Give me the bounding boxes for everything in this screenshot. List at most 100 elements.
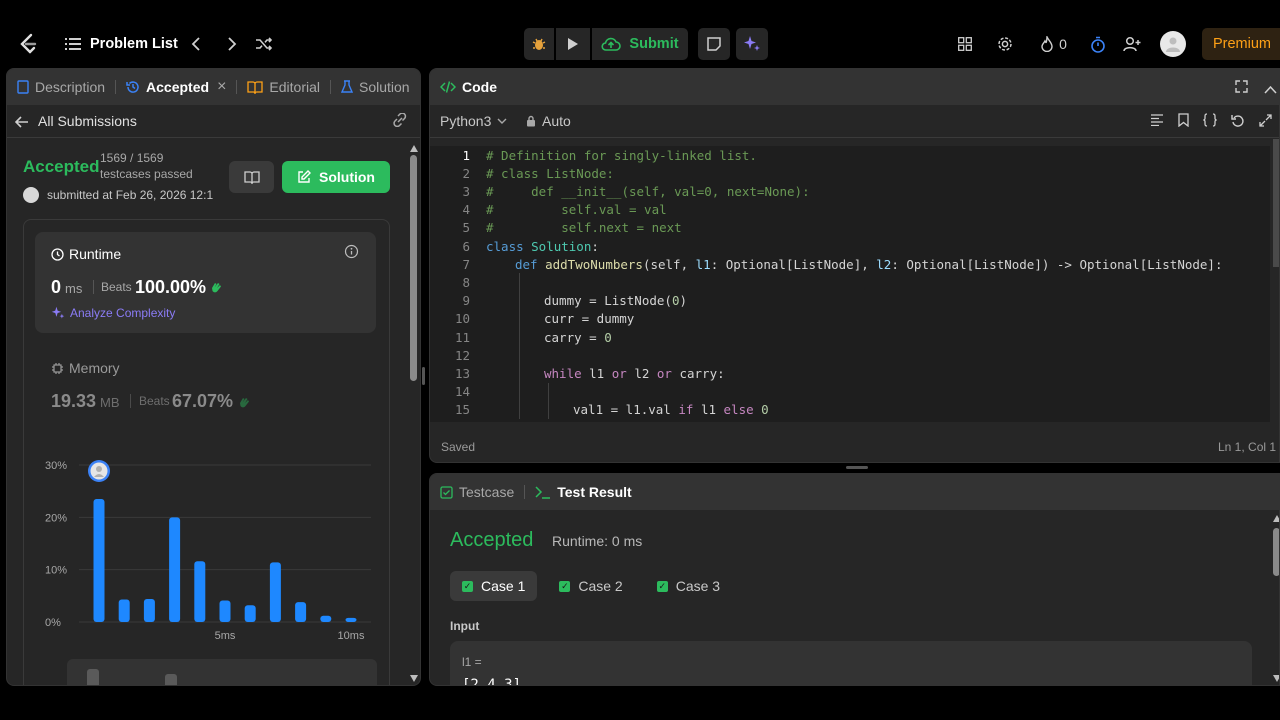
streak-counter[interactable]: 0 xyxy=(1034,34,1074,54)
vertical-resize-handle[interactable] xyxy=(422,367,425,385)
runtime-unit: ms xyxy=(65,281,83,296)
scroll-down-icon[interactable] xyxy=(1273,675,1279,682)
divider xyxy=(7,137,420,138)
line-number: 6 xyxy=(462,238,470,254)
runtime-title: Runtime xyxy=(51,246,121,262)
link-icon[interactable] xyxy=(391,112,409,131)
result-scrollbar[interactable] xyxy=(1272,512,1279,685)
code-line[interactable]: 9 dummy = ListNode(0) xyxy=(430,292,1270,310)
debug-icon[interactable] xyxy=(524,28,554,60)
checkbox-icon xyxy=(440,485,453,499)
scrollbar-thumb[interactable] xyxy=(1273,528,1279,576)
avatar xyxy=(23,187,39,203)
braces-icon[interactable] xyxy=(1203,113,1217,127)
code-text: val1 = l1.val if l1 else 0 xyxy=(573,402,769,418)
code-text: class Solution: xyxy=(486,238,599,254)
code-line[interactable]: 14 xyxy=(430,383,1270,401)
code-text: # def __init__(self, val=0, next=None): xyxy=(486,183,810,199)
tab-test-result[interactable]: Test Result xyxy=(525,474,641,510)
code-line[interactable]: 15 val1 = l1.val if l1 else 0 xyxy=(430,401,1270,419)
timer-icon[interactable] xyxy=(1088,34,1108,54)
prev-problem-icon[interactable] xyxy=(186,34,206,54)
editor-scrollbar-thumb[interactable] xyxy=(1273,139,1279,267)
code-line[interactable]: 2 # class ListNode: xyxy=(430,164,1270,182)
ai-sparkle-icon[interactable] xyxy=(736,28,768,60)
mini-chart xyxy=(67,659,377,685)
code-line[interactable]: 10 curr = dummy xyxy=(430,310,1270,328)
all-submissions-link[interactable]: All Submissions xyxy=(38,113,137,131)
indent-guide xyxy=(519,273,520,419)
shuffle-icon[interactable] xyxy=(253,34,275,54)
case-tab-3[interactable]: ✓ Case 3 xyxy=(645,571,732,601)
code-line[interactable]: 1 # Definition for singly-linked list. xyxy=(430,146,1270,164)
collapse-icon[interactable] xyxy=(1264,81,1278,94)
tab-description[interactable]: Description xyxy=(7,69,115,105)
notebook-button[interactable] xyxy=(229,161,274,193)
sparkle-icon xyxy=(51,306,65,319)
tab-code[interactable]: Code xyxy=(430,69,507,105)
case-tab-1[interactable]: ✓ Case 1 xyxy=(450,571,538,601)
code-line[interactable]: 12 xyxy=(430,346,1270,364)
scroll-down-icon[interactable] xyxy=(410,675,418,682)
code-title: Code xyxy=(462,79,497,95)
code-text: dummy = ListNode(0) xyxy=(544,293,687,309)
resize-handle[interactable] xyxy=(846,466,868,469)
scroll-up-icon[interactable] xyxy=(410,145,418,152)
tab-testcase[interactable]: Testcase xyxy=(430,474,524,510)
scrollbar-thumb[interactable] xyxy=(410,155,417,381)
code-text: def addTwoNumbers(self, l1: Optional[Lis… xyxy=(515,256,1223,272)
tab-solutions-label: Solution xyxy=(359,79,410,95)
code-icon xyxy=(440,81,456,93)
memory-title[interactable]: Memory xyxy=(51,360,120,376)
fullscreen-icon[interactable] xyxy=(1259,113,1272,127)
code-text: # Definition for singly-linked list. xyxy=(486,147,757,163)
scrollbar[interactable] xyxy=(409,145,418,683)
scroll-up-icon[interactable] xyxy=(1273,515,1279,522)
notes-icon[interactable] xyxy=(698,28,730,60)
info-icon[interactable] xyxy=(344,244,360,260)
analyze-complexity-link[interactable]: Analyze Complexity xyxy=(51,306,175,320)
leetcode-logo-icon[interactable] xyxy=(16,32,40,56)
settings-gear-icon[interactable] xyxy=(995,34,1015,54)
next-problem-icon[interactable] xyxy=(222,34,242,54)
bookmark-icon[interactable] xyxy=(1178,113,1189,127)
expand-icon[interactable] xyxy=(1235,80,1249,94)
runtime-beats-value: 100.00% xyxy=(135,277,207,297)
back-arrow-icon[interactable] xyxy=(15,113,31,131)
code-line[interactable]: 3 # def __init__(self, val=0, next=None): xyxy=(430,182,1270,200)
close-icon[interactable]: × xyxy=(217,78,226,96)
code-line[interactable]: 4 # self.val = val xyxy=(430,201,1270,219)
tab-accepted[interactable]: Accepted × xyxy=(116,69,236,105)
mini-bar xyxy=(87,669,99,685)
reset-icon[interactable] xyxy=(1231,114,1245,127)
run-button[interactable] xyxy=(556,28,590,60)
code-line[interactable]: 11 carry = 0 xyxy=(430,328,1270,346)
problem-list-link[interactable]: Problem List xyxy=(90,34,178,54)
layout-icon[interactable] xyxy=(955,34,975,54)
code-line[interactable]: 5 # self.next = next xyxy=(430,219,1270,237)
format-lines-icon[interactable] xyxy=(1150,114,1164,126)
list-icon xyxy=(64,34,82,54)
case-tab-2[interactable]: ✓ Case 2 xyxy=(547,571,634,601)
language-select[interactable]: Python3 xyxy=(440,113,507,129)
code-line[interactable]: 13 while l1 or l2 or carry: xyxy=(430,364,1270,382)
line-number: 15 xyxy=(454,402,470,418)
line-number: 8 xyxy=(462,274,470,290)
avatar[interactable] xyxy=(1160,31,1186,57)
line-number: 3 xyxy=(462,183,470,199)
cursor-position: Ln 1, Col 1 xyxy=(1218,440,1277,454)
tab-editorial[interactable]: Editorial xyxy=(237,69,330,105)
tab-solutions[interactable]: Solution xyxy=(331,69,420,105)
code-line[interactable]: 7 def addTwoNumbers(self, l1: Optional[Li… xyxy=(430,255,1270,273)
add-user-icon[interactable] xyxy=(1122,34,1142,54)
code-editor[interactable]: 1 # Definition for singly-linked list. 2 # … xyxy=(430,146,1270,422)
solution-button[interactable]: Solution xyxy=(282,161,390,193)
code-line[interactable]: 6 class Solution: xyxy=(430,237,1270,255)
auto-indicator[interactable]: Auto xyxy=(526,113,571,129)
cloud-upload-icon xyxy=(601,37,622,51)
testcases-label: testcases passed xyxy=(100,167,193,181)
code-line[interactable]: 8 xyxy=(430,273,1270,291)
histogram-bar xyxy=(320,615,332,622)
premium-button[interactable]: Premium xyxy=(1202,28,1280,60)
submit-button[interactable]: Submit xyxy=(592,28,688,60)
